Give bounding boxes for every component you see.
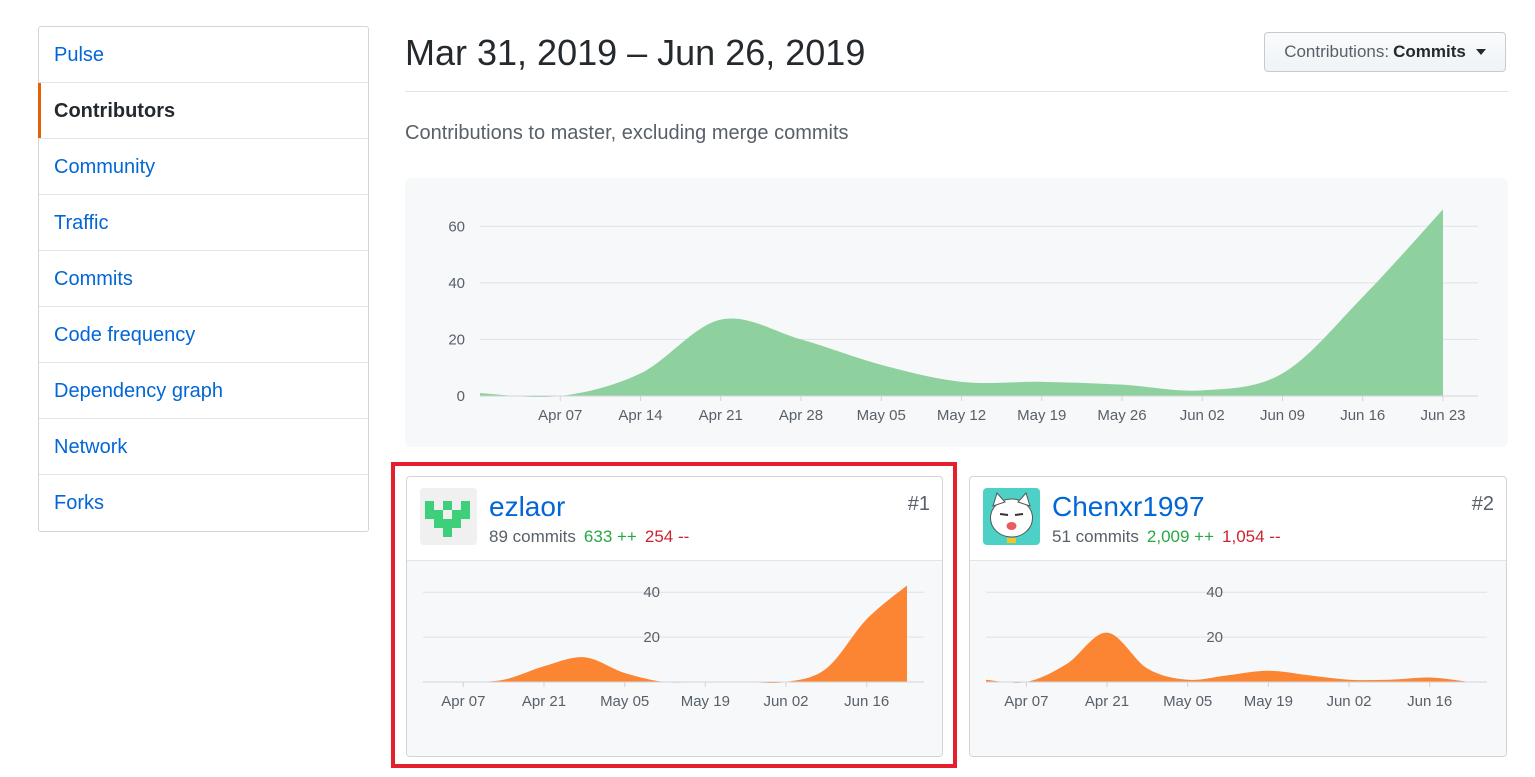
series-area [480,209,1443,398]
caret-down-icon [1475,49,1486,55]
x-tick-label: May 26 [1097,407,1146,424]
additions-count: 2,009 ++ [1146,527,1215,546]
sidebar-item-community[interactable]: Community [39,139,368,195]
y-tick-label: 0 [457,388,465,405]
deletions-count: 1,054 -- [1222,527,1281,546]
x-tick-label: Jun 16 [1340,407,1385,424]
x-tick-label: May 05 [857,407,906,424]
y-tick-label: 40 [1206,584,1223,601]
sidebar-item-traffic[interactable]: Traffic [39,195,368,251]
y-tick-label: 60 [448,218,465,235]
sidebar-item-code-frequency[interactable]: Code frequency [39,307,368,363]
chart-subtitle: Contributions to master, excluding merge… [405,122,849,144]
insights-sidebar: Pulse Contributors Community Traffic Com… [38,26,369,532]
contributions-value: Commits [1393,42,1466,61]
commits-chart-svg: 0 20 40 60 Apr 07 Apr 14 Apr 21 Apr 28 May 05 May… [448,209,1478,424]
commit-count: 51 commits [1052,527,1139,546]
x-tick-label: May 19 [1244,693,1293,710]
x-tick-label: Apr 07 [1004,693,1048,710]
contributor-chart-svg: 20 40 Apr 07 Apr 21 May 05 May 19 Jun 02 Jun 16 [986,584,1487,710]
contributor-activity-chart: 20 40 Apr 07 Apr 21 May 05 May 19 Jun 02 Jun 16 [970,561,1506,756]
x-tick-label: Jun 02 [1326,693,1371,710]
series-area [986,632,1470,683]
sidebar-item-network[interactable]: Network [39,419,368,475]
contributor-card: Chenxr1997 51 commits 2,009 ++ 1,054 -- #2… [969,476,1507,757]
x-tick-label: Jun 16 [1407,693,1452,710]
header-divider [405,91,1508,92]
sidebar-item-pulse[interactable]: Pulse [39,27,368,83]
contributions-label: Contributions: [1284,42,1390,61]
x-tick-label: Jun 09 [1260,407,1305,424]
sidebar-item-forks[interactable]: Forks [39,475,368,531]
avatar[interactable] [983,488,1040,545]
y-tick-label: 20 [1206,629,1223,646]
y-tick-label: 20 [448,331,465,348]
contributor-stats: 51 commits 2,009 ++ 1,054 -- [1052,527,1281,547]
x-tick-label: Apr 21 [699,407,743,424]
sidebar-item-dependency-graph[interactable]: Dependency graph [39,363,368,419]
sidebar-item-contributors[interactable]: Contributors [38,83,368,139]
x-tick-label: Apr 21 [1085,693,1129,710]
sidebar-item-commits[interactable]: Commits [39,251,368,307]
contributor-rank: #2 [1471,493,1494,515]
x-tick-label: Apr 28 [779,407,823,424]
x-tick-label: Jun 23 [1420,407,1465,424]
contributions-type-dropdown[interactable]: Contributions: Commits [1264,32,1506,72]
x-tick-label: Apr 14 [618,407,662,424]
highlight-box [391,462,957,768]
x-tick-label: Apr 07 [538,407,582,424]
date-range-title: Mar 31, 2019 – Jun 26, 2019 [405,32,866,73]
x-tick-label: May 05 [1163,693,1212,710]
x-tick-label: May 19 [1017,407,1066,424]
y-tick-label: 40 [448,275,465,292]
contributor-username-link[interactable]: Chenxr1997 [1052,491,1205,523]
commits-over-time-chart: 0 20 40 60 Apr 07 Apr 14 Apr 21 Apr 28 May 05 May… [405,178,1508,447]
x-tick-label: May 12 [937,407,986,424]
x-tick-label: Jun 02 [1180,407,1225,424]
contributor-card-header: Chenxr1997 51 commits 2,009 ++ 1,054 -- #2 [970,477,1506,561]
